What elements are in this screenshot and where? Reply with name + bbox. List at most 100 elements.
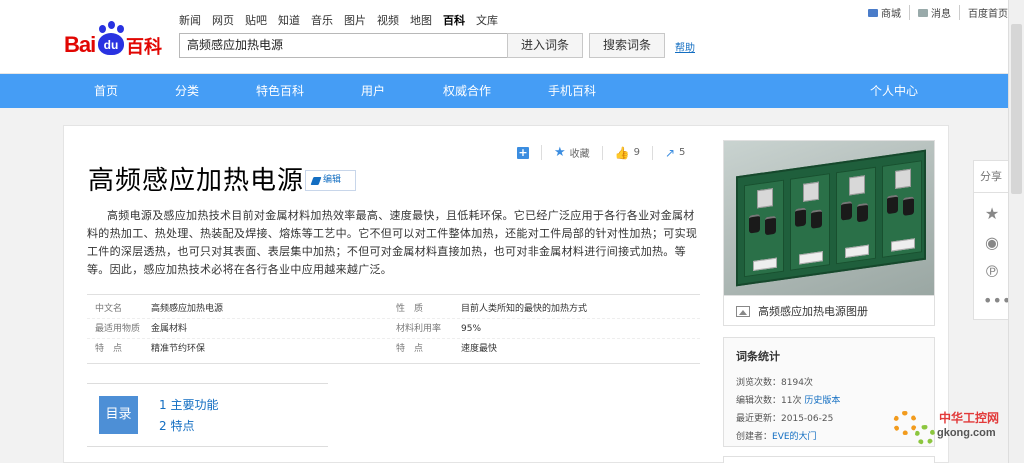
baidu-home-link[interactable]: 百度首页 [960, 5, 1008, 20]
table-of-contents: 目录 1 主要功能 2 特点 [87, 383, 328, 447]
terminal [799, 251, 823, 265]
logo-bai: Bai [64, 32, 96, 57]
share-icon: ↗ [664, 145, 676, 160]
logo-paw-dot [117, 25, 124, 33]
updated-label: 最近更新： [736, 414, 782, 424]
mall-icon [868, 8, 878, 17]
capacitor [857, 202, 868, 223]
heatsink [757, 188, 773, 209]
like-button[interactable]: 👍 9 [601, 145, 652, 160]
creator-link[interactable]: EVE的大门 [772, 432, 817, 442]
gkong-watermark: 中华工控网 gkong.com [893, 405, 1011, 453]
topnav-news[interactable]: 新闻 [179, 12, 201, 28]
nav-categories[interactable]: 分类 [175, 74, 199, 108]
capacitor [765, 215, 776, 236]
messages-link[interactable]: 消息 [910, 5, 960, 20]
like-count: 9 [633, 147, 640, 158]
page-title: 高频感应加热电源 [88, 166, 305, 196]
info-row: 特 点 精准节约环保 特 点 速度最快 [87, 339, 700, 359]
nav-users[interactable]: 用户 [361, 74, 385, 108]
share-label[interactable]: 分享 [974, 161, 1008, 193]
site-header: Bai du 百科 新闻 网页 贴吧 知道 音乐 图片 视频 地图 百科 文库 … [0, 0, 1024, 74]
plus-icon: + [517, 145, 529, 159]
baidu-home-label: 百度首页 [968, 9, 1008, 20]
toc-label: 目录 [99, 396, 138, 434]
nav-authority[interactable]: 权威合作 [443, 74, 491, 108]
heatsink [849, 175, 865, 196]
info-value: 速度最快 [461, 344, 498, 354]
history-link[interactable]: 历史版本 [804, 396, 840, 406]
edits-label: 编辑次数： [736, 396, 782, 406]
baidu-baike-logo[interactable]: Bai du 百科 [64, 20, 168, 60]
edit-label: 编辑 [323, 175, 342, 185]
nav-featured[interactable]: 特色百科 [256, 74, 304, 108]
toc-item-features[interactable]: 2 特点 [159, 417, 194, 434]
top-nav: 新闻 网页 贴吧 知道 音乐 图片 视频 地图 百科 文库 [179, 12, 498, 28]
nav-personal-center[interactable]: 个人中心 [870, 74, 918, 108]
album-caption[interactable]: 高频感应加热电源图册 [724, 295, 934, 326]
collect-label: 收藏 [569, 149, 590, 160]
views-label: 浏览次数： [736, 378, 782, 388]
topnav-baike[interactable]: 百科 [443, 12, 465, 28]
topnav-images[interactable]: 图片 [344, 12, 366, 28]
info-row: 最适用物质 金属材料 材料利用率 95% [87, 319, 700, 339]
info-box: 中文名 高频感应加热电源 性 质 目前人类所知的最快的加热方式 最适用物质 金属… [87, 294, 700, 364]
pcb-module [882, 160, 922, 258]
share-button[interactable]: ↗ 5 [651, 145, 697, 160]
add-button[interactable]: + [517, 145, 541, 159]
capacitor [749, 213, 760, 234]
search-input[interactable]: 高频感应加热电源 [179, 33, 508, 58]
edits-value: 11次 [781, 396, 802, 406]
watermark-cn: 中华工控网 [939, 411, 1000, 425]
album-photo[interactable] [724, 141, 934, 295]
creator-label: 创建者： [736, 432, 773, 442]
toc-item-main-functions[interactable]: 1 主要功能 [159, 396, 218, 413]
topnav-tieba[interactable]: 贴吧 [245, 12, 267, 28]
capacitor [795, 207, 806, 228]
terminal [845, 244, 869, 259]
user-links: 商城 消息 百度首页 [860, 5, 1008, 20]
pcb-module [790, 173, 830, 271]
pinterest-icon[interactable]: ℗ [983, 263, 1001, 281]
info-value: 金属材料 [151, 324, 188, 334]
nav-mobile[interactable]: 手机百科 [548, 74, 596, 108]
star-icon[interactable]: ★ [983, 205, 1001, 223]
collect-button[interactable]: ★ 收藏 [541, 145, 602, 160]
mall-link[interactable]: 商城 [860, 5, 910, 20]
views-value: 8194次 [781, 378, 813, 388]
gear-icon [915, 425, 935, 445]
edit-button[interactable]: 编辑 [305, 170, 356, 191]
watermark-en: gkong.com [937, 427, 996, 439]
entry-actions: + ★ 收藏 👍 9 ↗ 5 [517, 145, 697, 160]
nav-home[interactable]: 首页 [94, 74, 118, 108]
search-entry-button[interactable]: 搜索词条 [589, 33, 665, 58]
gear-icon [893, 411, 917, 435]
logo-paw-dot [99, 25, 106, 33]
topnav-zhidao[interactable]: 知道 [278, 12, 300, 28]
topnav-music[interactable]: 音乐 [311, 12, 333, 28]
image-album[interactable]: 高频感应加热电源图册 [723, 140, 935, 326]
star-icon: ★ [554, 145, 566, 160]
info-key: 最适用物质 [95, 324, 141, 334]
topnav-map[interactable]: 地图 [410, 12, 432, 28]
info-key: 性 质 [396, 304, 424, 314]
logo-baike: 百科 [126, 37, 162, 58]
picture-icon [736, 305, 750, 317]
weibo-icon[interactable]: ◉ [983, 234, 1001, 252]
help-link[interactable]: 帮助 [675, 39, 695, 54]
scroll-thumb[interactable] [1011, 24, 1022, 194]
info-key: 特 点 [396, 344, 424, 354]
enter-entry-button[interactable]: 进入词条 [507, 33, 583, 58]
heatsink [803, 181, 819, 202]
topnav-wenku[interactable]: 文库 [476, 12, 498, 28]
info-row: 中文名 高频感应加热电源 性 质 目前人类所知的最快的加热方式 [87, 299, 700, 319]
topnav-web[interactable]: 网页 [212, 12, 234, 28]
album-caption-text: 高频感应加热电源图册 [758, 305, 868, 318]
info-value: 95% [461, 324, 482, 334]
more-icon[interactable]: ••• [983, 292, 1011, 310]
scrollbar[interactable] [1008, 0, 1024, 463]
next-box [723, 456, 935, 463]
share-count: 5 [679, 147, 686, 158]
entry-summary: 高频电源及感应加热技术目前对金属材料加热效率最高、速度最快，且低耗环保。它已经广… [87, 209, 698, 276]
topnav-video[interactable]: 视频 [377, 12, 399, 28]
